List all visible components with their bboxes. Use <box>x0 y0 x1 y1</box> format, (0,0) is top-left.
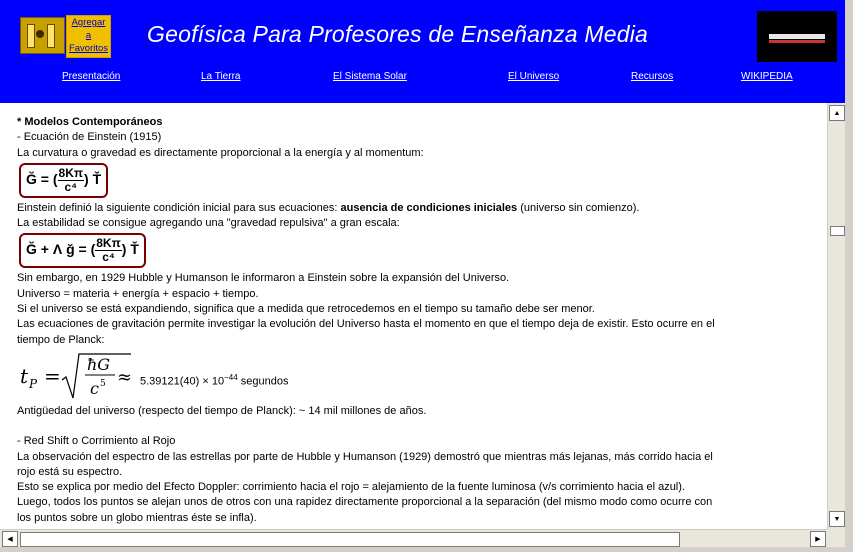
svg-text:t: t <box>20 364 29 388</box>
nav-recursos[interactable]: Recursos <box>631 71 673 82</box>
svg-text:ħG: ħG <box>87 355 110 374</box>
favorites-label-3: Favoritos <box>68 43 109 54</box>
site-header: Agregar a Favoritos Geofísica Para Profe… <box>0 0 853 103</box>
svg-text:c: c <box>90 379 99 398</box>
eq2-numerator: 8Kπ <box>95 236 122 252</box>
svg-text:5: 5 <box>100 379 106 389</box>
hubble-text: Sin embargo, en 1929 Hubble y Humanson l… <box>17 272 510 285</box>
universe-text: Universo = materia + energía + espacio +… <box>17 287 259 300</box>
nav-presentacion[interactable]: Presentación <box>62 71 120 82</box>
cosmological-equation: Ğ + Λ ğ = (8Kπ c⁴ ) Ť <box>19 233 146 269</box>
favorites-label-1: Agregar <box>71 17 106 28</box>
scrollbar-corner <box>827 529 845 547</box>
gravitation-text-cont: tiempo de Planck: <box>17 333 105 346</box>
window-border-bottom <box>0 547 853 552</box>
eq2-right: ) Ť <box>121 241 139 258</box>
eq2-left: Ğ + Λ ğ = ( <box>26 241 96 258</box>
eq2-denominator: c⁴ <box>102 250 115 265</box>
horizontal-scrollbar[interactable]: ◀ ▶ <box>0 529 845 548</box>
horizontal-scroll-thumb[interactable] <box>20 532 680 547</box>
einstein-equation: Ğ = (8Kπ c⁴ ) Ť <box>19 162 109 198</box>
window-border <box>845 0 853 552</box>
vertical-scroll-thumb[interactable] <box>830 226 845 236</box>
scroll-right-icon[interactable]: ▶ <box>810 531 826 547</box>
nav-sistema-solar[interactable]: El Sistema Solar <box>333 71 407 82</box>
eq1-left: Ğ = ( <box>26 171 58 188</box>
gravitation-text: Las ecuaciones de gravitación permite in… <box>17 318 715 331</box>
curvature-text: La curvatura o gravedad es directamente … <box>17 146 424 159</box>
add-to-favorites-button[interactable]: Agregar a Favoritos <box>66 15 111 58</box>
nav-la-tierra[interactable]: La Tierra <box>201 71 240 82</box>
site-logo-icon[interactable] <box>20 17 65 54</box>
eq1-right: ) Ť <box>84 171 102 188</box>
einstein-heading: - Ecuación de Einstein (1915) <box>17 131 162 144</box>
redshift-heading: - Red Shift o Corrimiento al Rojo <box>17 435 176 448</box>
expanding-text: Si el universo se está expandiendo, sign… <box>17 303 595 316</box>
eq1-numerator: 8Kπ <box>57 165 85 181</box>
site-title: Geofísica Para Profesores de Enseñanza M… <box>147 21 649 47</box>
main-content: * Modelos Contemporáneos - Ecuación de E… <box>0 103 827 529</box>
doppler-text: Esto se explica por medio del Efecto Dop… <box>17 481 685 494</box>
initial-condition-text: Einstein definió la siguiente condición … <box>17 201 640 214</box>
stability-text: La estabilidad se consigue agregando una… <box>17 217 400 230</box>
favorites-label-2: a <box>85 30 92 41</box>
planck-formula-graphic: t P = ħG c 5 ≈ <box>20 353 132 399</box>
section-title: * Modelos Contemporáneos <box>17 116 163 128</box>
separation-text-cont: los puntos sobre un globo mientras éste … <box>17 511 257 524</box>
nav-wikipedia[interactable]: WIKIPEDIA <box>741 71 793 82</box>
redshift-text: La observación del espectro de las estre… <box>17 450 713 463</box>
svg-text:=: = <box>44 364 61 388</box>
age-text: Antigüedad del universo (respecto del ti… <box>17 404 427 417</box>
planck-time-formula: t P = ħG c 5 ≈ 5.39121(40) × 10−44 segun… <box>17 350 827 402</box>
scroll-up-icon[interactable]: ▲ <box>829 105 845 121</box>
vertical-scrollbar[interactable]: ▲ ▼ <box>827 103 846 529</box>
planck-value: 5.39121(40) × 10−44 segundos <box>140 372 289 388</box>
svg-text:P: P <box>28 377 38 391</box>
eq1-denominator: c⁴ <box>64 179 78 194</box>
separation-text: Luego, todos los puntos se alejan unos d… <box>17 496 713 509</box>
scroll-down-icon[interactable]: ▼ <box>829 511 845 527</box>
redshift-text-cont: rojo está su espectro. <box>17 465 123 478</box>
svg-text:≈: ≈ <box>117 367 132 388</box>
scroll-left-icon[interactable]: ◀ <box>2 531 18 547</box>
partner-logo-icon[interactable] <box>757 11 837 62</box>
nav-el-universo[interactable]: El Universo <box>508 71 559 82</box>
